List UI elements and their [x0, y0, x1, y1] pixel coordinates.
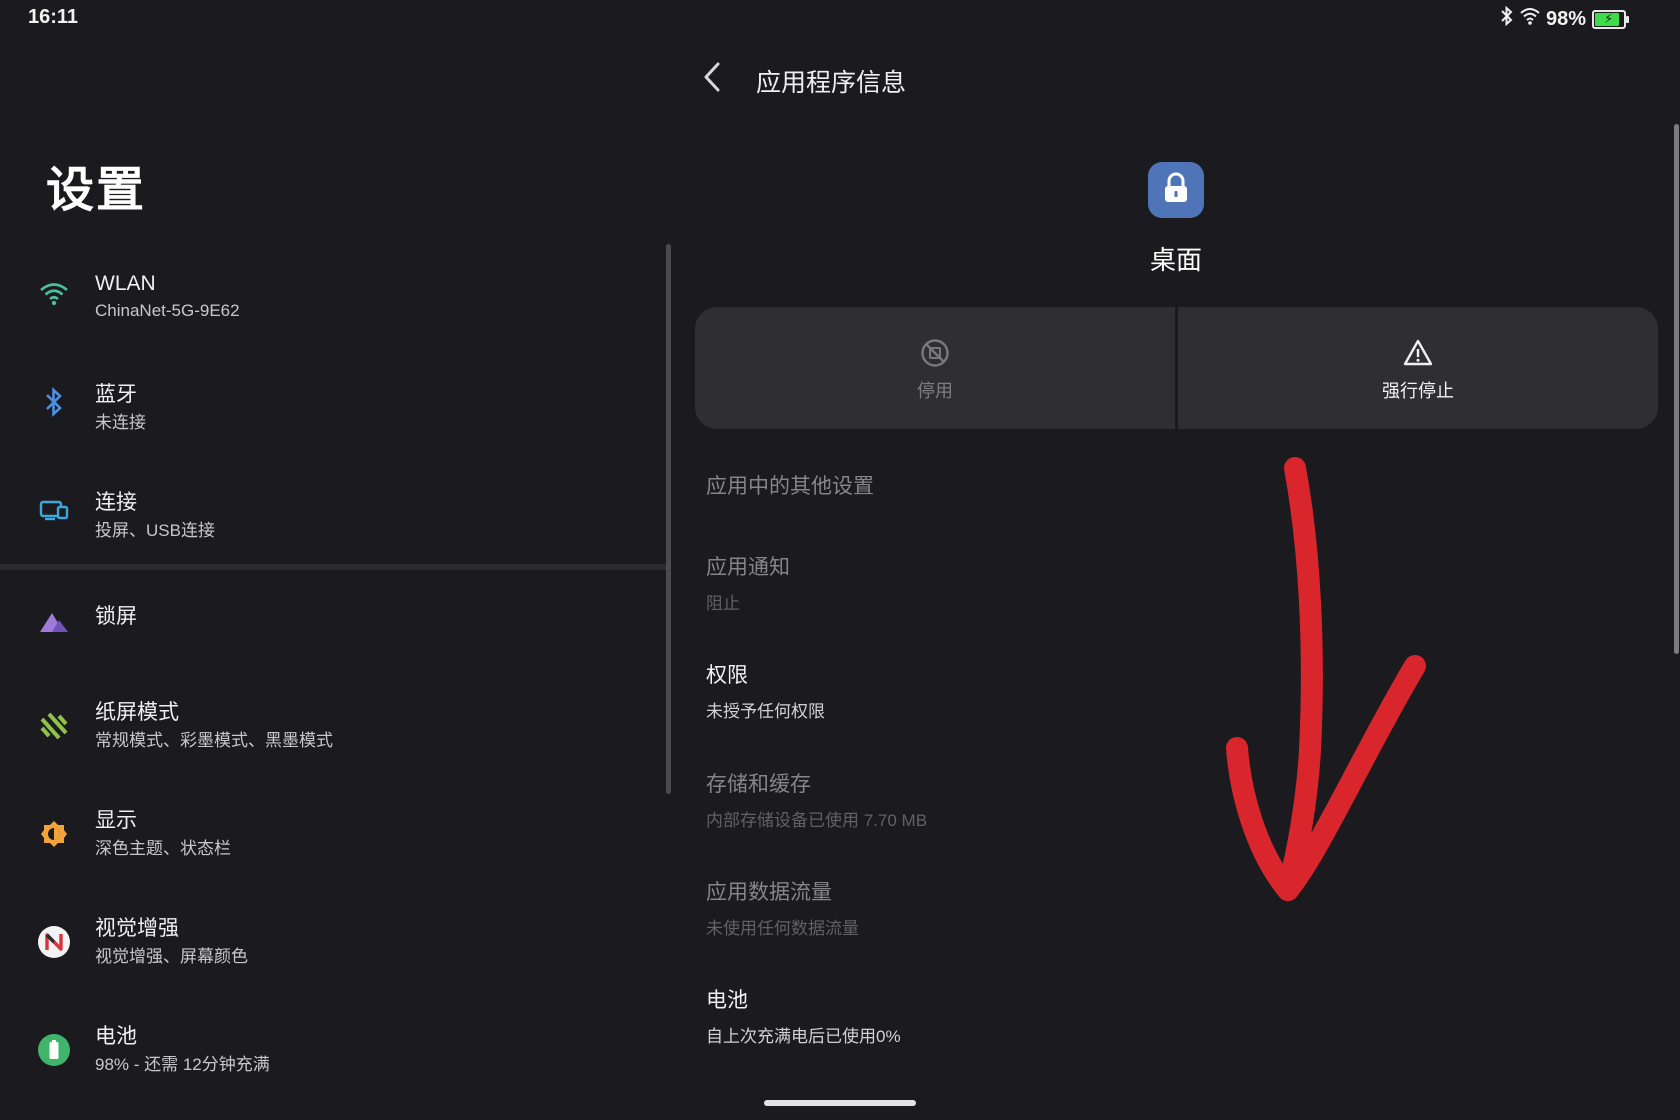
disable-label: 停用 — [917, 381, 953, 401]
force-stop-button[interactable]: 强行停止 — [1178, 307, 1658, 429]
pref-title: 应用通知 — [706, 556, 790, 579]
settings-title: 设置 — [46, 164, 147, 217]
display-icon — [34, 814, 74, 854]
sidebar-item-bluetooth[interactable]: 蓝牙 未连接 — [0, 354, 660, 454]
pref-title: 应用数据流量 — [706, 881, 832, 904]
pref-battery[interactable]: 电池 自上次充满电后已使用0% — [706, 984, 901, 1047]
battery-percent: 98% — [1545, 7, 1586, 30]
content-scrollbar[interactable] — [1674, 124, 1679, 654]
wifi-icon — [34, 274, 74, 314]
sidebar-item-label: 纸屏模式 — [95, 701, 179, 724]
sidebar-item-sub: 投屏、USB连接 — [95, 521, 215, 540]
bluetooth-icon — [1500, 5, 1514, 32]
wifi-icon — [1520, 7, 1540, 31]
disable-button[interactable]: 停用 — [695, 307, 1175, 429]
sidebar-item-label: 锁屏 — [95, 605, 137, 628]
sidebar-item-battery[interactable]: 电池 98% - 还需 12分钟充满 — [0, 1004, 660, 1104]
sidebar-item-paper-mode[interactable]: 纸屏模式 常规模式、彩墨模式、黑墨模式 — [0, 680, 660, 780]
devices-icon — [34, 490, 74, 530]
pref-title: 存储和缓存 — [706, 773, 811, 796]
page-title: 应用程序信息 — [756, 69, 907, 97]
pref-storage[interactable]: 存储和缓存 内部存储设备已使用 7.70 MB — [706, 768, 927, 831]
sidebar-item-label: 蓝牙 — [95, 383, 137, 406]
action-buttons: 停用 强行停止 — [695, 307, 1658, 429]
sidebar-item-sub: 98% - 还需 12分钟充满 — [95, 1055, 270, 1074]
disable-icon — [919, 337, 951, 369]
lock-icon — [1161, 172, 1191, 209]
sidebar-item-sub: 未连接 — [95, 413, 146, 432]
pref-sub: 自上次充满电后已使用0% — [706, 1027, 901, 1046]
warning-icon — [1402, 337, 1434, 369]
paper-mode-icon — [34, 706, 74, 746]
sidebar-item-sub: 深色主题、状态栏 — [95, 839, 231, 858]
bluetooth-icon — [34, 382, 74, 422]
app-icon — [1148, 162, 1204, 218]
pref-sub: 未授予任何权限 — [706, 702, 825, 721]
sidebar-item-wlan[interactable]: WLAN ChinaNet-5G-9E62 — [0, 246, 660, 346]
pref-other-settings[interactable]: 应用中的其他设置 — [706, 470, 874, 500]
pref-title: 应用中的其他设置 — [706, 475, 874, 498]
home-indicator[interactable] — [764, 1100, 916, 1106]
app-name: 桌面 — [1149, 245, 1202, 275]
sidebar-item-lockscreen[interactable]: 锁屏 — [0, 576, 660, 676]
chevron-left-icon — [700, 62, 724, 98]
sidebar-item-label: 连接 — [95, 491, 137, 514]
sidebar-item-label: 视觉增强 — [95, 917, 179, 940]
pref-sub: 未使用任何数据流量 — [706, 919, 859, 938]
sidebar-item-connection[interactable]: 连接 投屏、USB连接 — [0, 462, 660, 562]
battery-icon — [34, 1030, 74, 1070]
sidebar-item-display[interactable]: 显示 深色主题、状态栏 — [0, 788, 660, 888]
sidebar-item-sub: 视觉增强、屏幕颜色 — [95, 947, 248, 966]
battery-icon: ⚡ — [1592, 9, 1629, 29]
pref-notifications[interactable]: 应用通知 阻止 — [706, 551, 790, 614]
status-time: 16:11 — [28, 6, 79, 28]
red-arrow-annotation — [1226, 457, 1426, 901]
pref-sub: 内部存储设备已使用 7.70 MB — [706, 811, 928, 830]
sidebar-item-sub: 常规模式、彩墨模式、黑墨模式 — [95, 731, 333, 750]
back-button[interactable] — [700, 60, 724, 94]
sidebar-item-visual-enhance[interactable]: 视觉增强 视觉增强、屏幕颜色 — [0, 896, 660, 996]
sidebar-item-label: 显示 — [95, 809, 137, 832]
pref-sub: 阻止 — [706, 594, 740, 613]
sidebar-item-label: 电池 — [95, 1025, 137, 1048]
section-divider — [0, 564, 668, 570]
status-icons: 98% ⚡ — [1500, 5, 1629, 32]
pref-permissions[interactable]: 权限 未授予任何权限 — [706, 659, 825, 722]
pref-data-usage[interactable]: 应用数据流量 未使用任何数据流量 — [706, 876, 859, 939]
sidebar-item-label: WLAN — [95, 272, 156, 295]
force-stop-label: 强行停止 — [1382, 381, 1454, 401]
pref-title: 权限 — [706, 664, 748, 687]
visual-enhance-icon — [34, 922, 74, 962]
sidebar-item-sub: ChinaNet-5G-9E62 — [95, 301, 240, 320]
lockscreen-icon — [34, 602, 74, 642]
pref-title: 电池 — [706, 989, 748, 1012]
sidebar-scrollbar[interactable] — [666, 244, 671, 794]
